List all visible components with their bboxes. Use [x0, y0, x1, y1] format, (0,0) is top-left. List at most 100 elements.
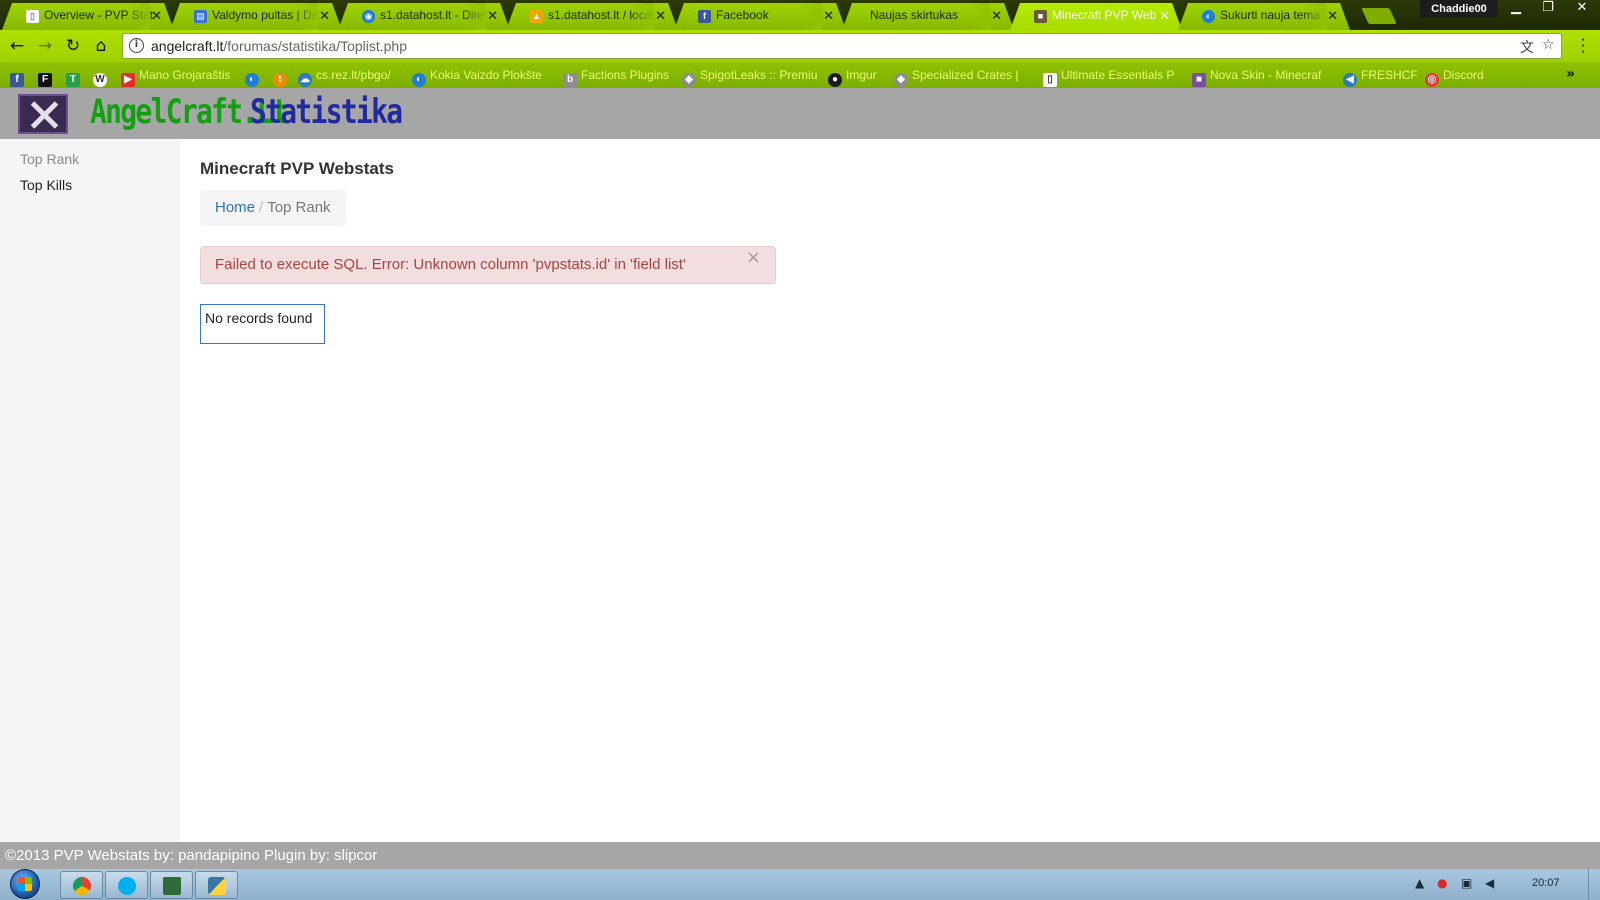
browser-tab-8[interactable]: ◐ Sukurti nauja tema ✕: [1178, 3, 1350, 30]
bookmark-label: Ultimate Essentials P: [1061, 68, 1175, 82]
breadcrumb: Home / Top Rank: [200, 190, 346, 226]
network-icon[interactable]: ▣: [1461, 876, 1472, 890]
browser-tab-4[interactable]: ▲ s1.datahost.lt / local ✕: [506, 3, 678, 30]
bookmark-nova-skin[interactable]: ■ Nova Skin - Minecraf: [1192, 67, 1321, 87]
close-tab-icon[interactable]: ✕: [1327, 3, 1338, 28]
network-app-icon: [163, 877, 181, 895]
address-bar[interactable]: i angelcraft.lt/forumas/statistika/Topli…: [122, 33, 1562, 59]
bookmark-specialized-crates[interactable]: ◆ Specialized Crates |: [894, 67, 1019, 87]
taskbar-chrome[interactable]: [60, 871, 103, 899]
tab-title: Minecraft PVP Web: [1052, 8, 1157, 22]
sidebar-item-top-rank[interactable]: Top Rank: [20, 151, 79, 167]
browser-tab-5[interactable]: f Facebook ✕: [674, 3, 846, 30]
close-tab-icon[interactable]: ✕: [1159, 3, 1170, 28]
taskbar-network-app[interactable]: [150, 871, 193, 899]
youtube-icon: ▶: [121, 73, 135, 87]
bookmark-label: cs.rez.lt/pbgo/: [316, 68, 391, 82]
address-url[interactable]: angelcraft.lt/forumas/statistika/Toplist…: [151, 38, 407, 54]
restore-icon[interactable]: ❐: [1532, 0, 1564, 18]
taskbar-skype[interactable]: [105, 871, 148, 899]
close-tab-icon[interactable]: ✕: [487, 3, 498, 28]
reload-icon[interactable]: ↻: [62, 35, 84, 57]
bookmark-label: Factions Plugins: [581, 68, 670, 82]
back-icon[interactable]: ←: [6, 35, 28, 57]
browser-tab-7[interactable]: ■ Minecraft PVP Web ✕: [1010, 3, 1182, 30]
bookmark-label: Mano Grojaraštis: [139, 68, 231, 82]
imgur-icon: ●: [828, 73, 842, 87]
more-bookmarks-icon[interactable]: »: [1566, 66, 1575, 82]
f-icon: F: [38, 73, 52, 87]
minimize-icon[interactable]: ▁: [1500, 0, 1532, 18]
bookmark-label: FRESHCF: [1361, 68, 1418, 82]
discord-icon: ◎: [1425, 73, 1439, 87]
tv-orange-icon: t: [273, 73, 287, 87]
bookmarks-bar: f F T W ▶ Mano Grojaraštis ◐ t ☁ cs.rez.lt…: [0, 62, 1600, 88]
volume-icon[interactable]: ◀: [1485, 876, 1494, 890]
close-tab-icon[interactable]: ✕: [823, 3, 834, 28]
sidebar-item-top-kills[interactable]: Top Kills: [20, 177, 72, 193]
globe-icon: ◉: [362, 10, 375, 23]
skype-icon: [118, 877, 136, 895]
close-tab-icon[interactable]: ✕: [655, 3, 666, 28]
document-icon: ▯: [26, 10, 39, 23]
bookmark-f[interactable]: F: [38, 67, 56, 87]
bookmark-factions-plugins[interactable]: b Factions Plugins: [563, 67, 670, 87]
url-host: angelcraft.lt: [151, 38, 224, 54]
close-icon[interactable]: ×: [746, 247, 761, 268]
bookmark-tv-orange[interactable]: t: [273, 67, 291, 87]
error-alert: Failed to execute SQL. Error: Unknown co…: [200, 246, 776, 284]
bookmark-mano-grojarastis[interactable]: ▶ Mano Grojaraštis: [121, 67, 231, 87]
browser-tab-6[interactable]: Naujas skirtukas ✕: [842, 3, 1014, 30]
info-icon[interactable]: i: [129, 38, 144, 53]
antivirus-icon[interactable]: ●: [1437, 876, 1447, 890]
forward-icon[interactable]: →: [34, 35, 56, 57]
show-desktop-button[interactable]: [1588, 869, 1600, 900]
close-tab-icon[interactable]: ✕: [991, 3, 1002, 28]
show-hidden-icons-icon[interactable]: ▲: [1415, 876, 1424, 890]
swirl-icon: ◐: [1202, 10, 1215, 23]
site-brand-subtitle: Statistika: [250, 92, 403, 132]
start-button[interactable]: [6, 869, 44, 900]
browser-tab-3[interactable]: ◉ s1.datahost.lt - Dire ✕: [338, 3, 510, 30]
no-records-message: No records found: [200, 304, 325, 344]
cloud-icon: ☁: [298, 73, 312, 87]
bookmark-facebook[interactable]: f: [10, 67, 28, 87]
close-tab-icon[interactable]: ✕: [319, 3, 330, 28]
site-header: AngelCraft.Lt Statistika: [0, 88, 1600, 139]
bookmark-star-icon[interactable]: ☆: [1542, 37, 1555, 53]
novaskin-icon: ■: [1192, 73, 1206, 87]
browser-tab-1[interactable]: ▯ Overview - PVP Stat ✕: [2, 3, 174, 30]
tab-title: Naujas skirtukas: [870, 8, 959, 22]
crossed-swords-logo-icon[interactable]: [18, 94, 68, 134]
main-content: Minecraft PVP Webstats Home / Top Rank Fai…: [180, 139, 1600, 842]
breadcrumb-home-link[interactable]: Home: [215, 199, 255, 216]
profile-button[interactable]: Chaddie00: [1420, 0, 1498, 18]
bookmark-spigotleaks[interactable]: ◆ SpigotLeaks :: Premiu: [682, 67, 817, 87]
translate-icon[interactable]: ⽂: [1520, 37, 1534, 57]
taskbar-python[interactable]: [195, 871, 238, 899]
bookmark-tv[interactable]: T: [66, 67, 84, 87]
close-tab-icon[interactable]: ✕: [151, 3, 162, 28]
sidebar: Top Rank Top Kills: [0, 139, 180, 842]
bookmark-wordpress[interactable]: W: [93, 67, 111, 87]
bookmark-swirl[interactable]: ◐: [245, 67, 263, 87]
chrome-icon: [73, 877, 91, 895]
new-tab-button[interactable]: [1361, 8, 1397, 24]
spigot-icon: ◆: [894, 73, 908, 87]
bookmark-imgur[interactable]: ● Imgur: [828, 67, 877, 87]
tv-icon: T: [66, 73, 80, 87]
tab-strip: ▯ Overview - PVP Stat ✕ ▤ Valdymo pultas…: [0, 0, 1600, 30]
bookmark-cs-rez[interactable]: ☁ cs.rez.lt/pbgo/: [298, 67, 391, 87]
windows-logo-icon: [18, 877, 32, 891]
site-footer: ©2013 PVP Webstats by: pandapipino Plugi…: [0, 842, 1600, 869]
browser-tab-2[interactable]: ▤ Valdymo pultas | Da ✕: [170, 3, 342, 30]
close-window-icon[interactable]: ✕: [1566, 0, 1598, 18]
taskbar-clock[interactable]: 20:07: [1532, 877, 1560, 889]
phpmyadmin-icon: ▲: [530, 10, 543, 23]
browser-menu-icon[interactable]: · · ·: [1574, 33, 1592, 60]
bookmark-discord[interactable]: ◎ Discord: [1425, 67, 1484, 87]
bookmark-ultimate-essentials[interactable]: ▯ Ultimate Essentials P: [1043, 67, 1175, 87]
bookmark-freshcf[interactable]: ◀ FRESHCF: [1343, 67, 1418, 87]
home-icon[interactable]: ⌂: [90, 35, 112, 57]
bookmark-kokia-vaizdo-plokste[interactable]: ◐ Kokia Vaizdo Plokšte: [412, 67, 542, 87]
